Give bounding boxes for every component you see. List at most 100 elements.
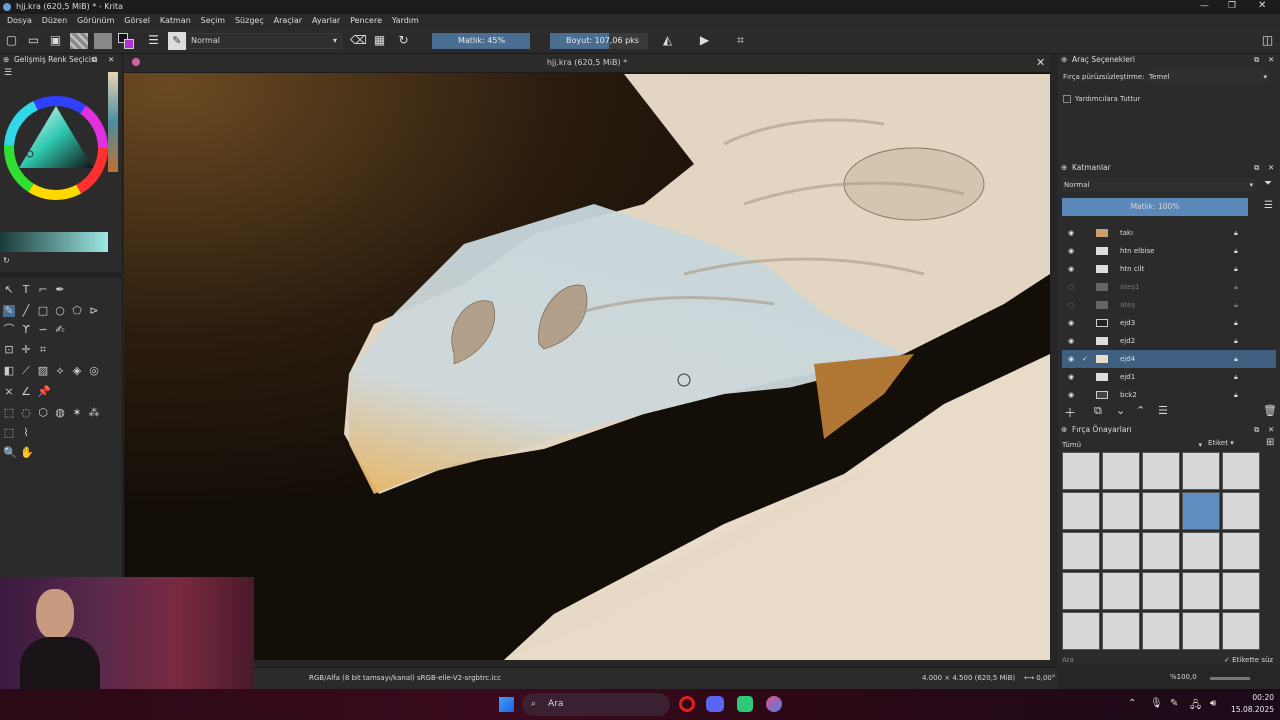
close-document-icon[interactable]: ✕ xyxy=(1036,56,1045,69)
eye-icon[interactable]: ◉ xyxy=(1068,242,1074,260)
brush-preset-airbrush[interactable] xyxy=(1102,492,1140,530)
maximize-button[interactable]: ❐ xyxy=(1228,1,1236,11)
freehand-select-icon[interactable]: ◍ xyxy=(54,407,66,419)
lock-icon[interactable]: 🔒︎ xyxy=(1234,332,1238,350)
opacity-slider[interactable]: Matlık: 45% xyxy=(432,33,530,49)
assistants-checkbox[interactable] xyxy=(1063,95,1071,103)
opera-icon[interactable] xyxy=(679,696,695,712)
eye-icon[interactable]: ◉ xyxy=(1068,350,1074,368)
layer-row[interactable]: ○ ateş1 🔒︎ xyxy=(1062,278,1276,296)
workspace-icon[interactable]: ◫ xyxy=(1260,33,1275,48)
edit-shape-icon[interactable]: ⌐ xyxy=(37,284,49,296)
menu-layer[interactable]: Katman xyxy=(160,14,191,28)
add-layer-icon[interactable]: ＋ xyxy=(1064,404,1076,421)
layer-row[interactable]: ◉ ejd2 🔒︎ xyxy=(1062,332,1276,350)
document-tab-title[interactable]: hjj.kra (620,5 MiB) * xyxy=(124,58,1050,67)
clock-date[interactable]: 15.08.2025 xyxy=(1226,705,1274,714)
eye-icon[interactable]: ◉ xyxy=(1068,368,1074,386)
brush-preset-soft[interactable] xyxy=(1142,492,1180,530)
wrap-around-icon[interactable]: ⌗ xyxy=(733,33,748,48)
close-window-button[interactable]: ✕ xyxy=(1258,0,1266,11)
menu-file[interactable]: Dosya xyxy=(7,14,32,28)
canvas-area[interactable] xyxy=(124,54,1050,660)
duplicate-layer-icon[interactable]: ⧉ xyxy=(1094,404,1102,418)
calligraphy-icon[interactable]: ✒ xyxy=(54,284,66,296)
brush-preset-ink-pen[interactable] xyxy=(1062,612,1100,650)
refresh-icon[interactable]: ↻ xyxy=(3,256,10,265)
brush-preset-marker[interactable] xyxy=(1222,452,1260,490)
line-tool-icon[interactable]: ╱ xyxy=(20,305,32,317)
gradient-tool-icon[interactable]: ◧ xyxy=(3,365,15,377)
zoom-slider[interactable] xyxy=(1210,677,1250,680)
eye-icon[interactable]: ◉ xyxy=(1068,332,1074,350)
brush-preset-icon[interactable]: ✎ xyxy=(168,32,186,50)
brush-preset-texture[interactable] xyxy=(1182,572,1220,610)
menu-help[interactable]: Yardım xyxy=(392,14,419,28)
rectangle-tool-icon[interactable]: □ xyxy=(37,305,49,317)
smoothing-select[interactable]: Temel ▾ xyxy=(1146,70,1270,84)
brush-preset-pencil[interactable] xyxy=(1062,532,1100,570)
app-icon[interactable] xyxy=(737,696,753,712)
layer-row[interactable]: ◉ bck2 🔒︎ xyxy=(1062,386,1276,404)
menu-select[interactable]: Seçim xyxy=(201,14,225,28)
float-icon[interactable]: ⧉ xyxy=(1254,162,1259,174)
lock-icon[interactable]: 🔒︎ xyxy=(1234,224,1238,242)
menu-edit[interactable]: Düzen xyxy=(42,14,67,28)
color-wheel[interactable] xyxy=(0,92,112,204)
move-up-icon[interactable]: ⌃ xyxy=(1136,404,1145,417)
polyline-tool-icon[interactable]: ⊳ xyxy=(88,305,100,317)
eye-icon[interactable]: ◉ xyxy=(1068,314,1074,332)
gradient-swatch[interactable] xyxy=(70,33,88,49)
layer-row[interactable]: ◉ ejd1 🔒︎ xyxy=(1062,368,1276,386)
lock-icon[interactable]: 🔒︎ xyxy=(1234,242,1238,260)
minimize-button[interactable]: — xyxy=(1200,1,1209,11)
layer-row[interactable]: ◉ ejd3 🔒︎ xyxy=(1062,314,1276,332)
pen-icon[interactable]: ✎ xyxy=(1170,698,1178,709)
color-shade-bar[interactable] xyxy=(0,232,108,252)
close-icon[interactable]: ✕ xyxy=(1268,424,1274,436)
taskbar-search[interactable]: Ara ⌕ xyxy=(522,693,670,716)
network-icon[interactable]: 🖧︎ xyxy=(1190,698,1201,715)
select-tool-icon[interactable]: ↖ xyxy=(3,284,15,296)
polygon-select-icon[interactable]: ⬡ xyxy=(37,407,49,419)
pattern-swatch[interactable] xyxy=(94,33,112,49)
move-down-icon[interactable]: ⌄ xyxy=(1116,404,1125,417)
menu-tools[interactable]: Araçlar xyxy=(274,14,302,28)
transform-tool-icon[interactable]: ⊡ xyxy=(3,344,15,356)
menu-filter[interactable]: Süzgeç xyxy=(235,14,264,28)
open-document-icon[interactable]: ▭ xyxy=(26,33,41,48)
brush-preset-pen[interactable] xyxy=(1102,452,1140,490)
layer-opacity-slider[interactable]: Matlık: 100% xyxy=(1062,198,1248,216)
mirror-horizontal-icon[interactable]: ◭ xyxy=(660,33,675,48)
discord-icon[interactable] xyxy=(706,696,724,712)
freehand-path-icon[interactable]: ϒ xyxy=(20,324,32,336)
close-icon[interactable]: ✕ xyxy=(108,54,114,66)
lock-icon[interactable]: 🔒︎ xyxy=(1234,386,1238,404)
brush-preset-fineliner[interactable] xyxy=(1182,612,1220,650)
eye-hidden-icon[interactable]: ○ xyxy=(1068,278,1074,296)
color-history-strip[interactable] xyxy=(108,72,118,172)
pan-tool-icon[interactable]: ✋ xyxy=(20,447,34,459)
brush-settings-icon[interactable]: ☰ xyxy=(146,33,161,48)
polygon-tool-icon[interactable]: ⬠ xyxy=(71,305,83,317)
brush-preset-smudge[interactable] xyxy=(1102,572,1140,610)
alpha-lock-icon[interactable]: ▦ xyxy=(372,33,387,48)
contiguous-select-icon[interactable]: ✶ xyxy=(71,407,83,419)
new-document-icon[interactable]: ▢ xyxy=(4,33,19,48)
volume-icon[interactable]: 🔊︎ xyxy=(1210,698,1216,709)
reference-tool-icon[interactable]: 📌 xyxy=(37,386,51,398)
save-icon[interactable]: ▣ xyxy=(48,33,63,48)
layer-blend-mode[interactable]: Normal ▾ xyxy=(1062,178,1256,192)
preset-search-input[interactable]: Ara xyxy=(1062,654,1222,666)
brush-preset-yellow[interactable] xyxy=(1142,612,1180,650)
fill-tool-icon[interactable]: ◈ xyxy=(71,365,83,377)
preset-add-icon[interactable]: ⊞ xyxy=(1266,437,1274,448)
delete-layer-icon[interactable]: 🗑︎ xyxy=(1263,404,1277,417)
ellipse-tool-icon[interactable]: ○ xyxy=(54,305,66,317)
move-tool-icon[interactable]: ✛ xyxy=(20,344,32,356)
filter-icon[interactable]: ⏷ xyxy=(1264,178,1272,189)
layer-row[interactable]: ◉ htn cilt 🔒︎ xyxy=(1062,260,1276,278)
float-icon[interactable]: ⧉ xyxy=(92,54,97,66)
colorize-mask-icon[interactable]: ▨ xyxy=(37,365,49,377)
rect-select-icon[interactable]: ⬚ xyxy=(3,407,15,419)
